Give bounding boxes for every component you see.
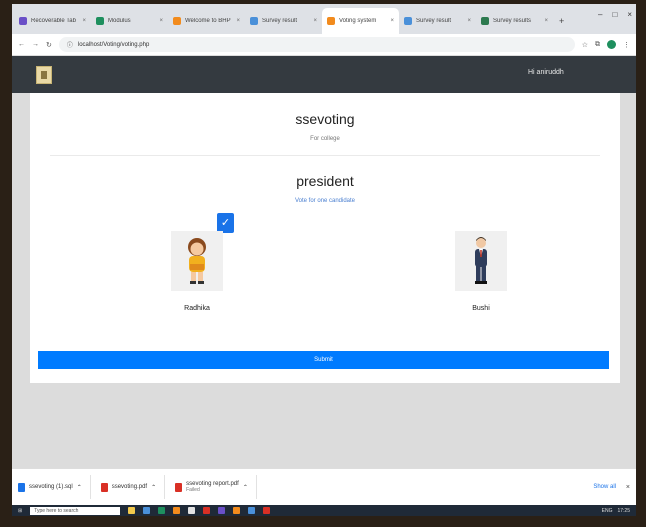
tab-favicon-icon bbox=[327, 17, 335, 25]
divider bbox=[50, 155, 600, 156]
forward-icon[interactable]: → bbox=[32, 41, 39, 48]
tab-close-icon[interactable]: × bbox=[313, 18, 317, 24]
taskbar-app-icon[interactable] bbox=[173, 507, 181, 514]
taskbar-app-icon[interactable] bbox=[143, 507, 151, 514]
tab-label: Survey results bbox=[493, 18, 532, 24]
tab-close-icon[interactable]: × bbox=[544, 18, 548, 24]
maximize-icon[interactable]: □ bbox=[612, 10, 617, 19]
address-bar-row: ← → ↻ ⓘ localhost/Voting/voting.php ☆ ⧉ … bbox=[12, 34, 636, 56]
male-suit-avatar-icon bbox=[475, 237, 487, 284]
taskbar-app-icon[interactable] bbox=[218, 507, 226, 514]
language-indicator[interactable]: ENG bbox=[602, 508, 613, 514]
tab-close-icon[interactable]: × bbox=[82, 18, 86, 24]
user-menu[interactable]: Hi aniruddh bbox=[528, 69, 564, 76]
tab-favicon-icon bbox=[96, 17, 104, 25]
position-subtitle: Vote for one candidate bbox=[294, 198, 356, 204]
tab-close-icon[interactable]: × bbox=[390, 18, 394, 24]
tab-label: Survey result bbox=[262, 18, 298, 24]
taskbar-app-icon[interactable] bbox=[128, 507, 136, 514]
star-icon[interactable]: ☆ bbox=[582, 41, 588, 49]
tab-label: Voting system bbox=[339, 18, 377, 24]
chevron-up-icon[interactable]: ⌃ bbox=[243, 484, 248, 491]
download-label: ssevoting (1).sql bbox=[29, 484, 73, 490]
toolbar-actions: ☆ ⧉ ⋮ bbox=[582, 40, 630, 49]
window-controls: – □ × bbox=[598, 10, 632, 19]
candidate-name-radhika: Radhika bbox=[184, 305, 210, 312]
school-logo-icon[interactable] bbox=[36, 66, 52, 84]
tab-voting-active[interactable]: Voting system × bbox=[322, 8, 399, 34]
file-icon bbox=[18, 482, 25, 492]
download-item[interactable]: ssevoting report.pdf Failed ⌃ bbox=[175, 475, 257, 499]
close-downloads-icon[interactable]: × bbox=[626, 484, 630, 491]
downloads-bar: ssevoting (1).sql ⌃ ssevoting.pdf ⌃ ssev… bbox=[12, 468, 636, 505]
extensions-icon[interactable]: ⧉ bbox=[595, 41, 600, 49]
tab-recoverable[interactable]: Recoverable Tab × bbox=[14, 8, 91, 34]
submit-button[interactable]: Submit bbox=[38, 351, 609, 369]
page-content: ssevoting For college president Vote for… bbox=[12, 93, 636, 468]
new-tab-icon[interactable]: + bbox=[559, 16, 564, 26]
candidate-name-bushi: Bushi bbox=[472, 305, 490, 312]
windows-taskbar: ⊞ Type here to search ENG 17:25 bbox=[12, 505, 636, 516]
download-item[interactable]: ssevoting.pdf ⌃ bbox=[100, 475, 166, 499]
windows-start-icon[interactable]: ⊞ bbox=[18, 508, 22, 514]
clock[interactable]: 17:25 bbox=[617, 508, 630, 514]
ballot-card: ssevoting For college president Vote for… bbox=[30, 93, 620, 383]
tab-strip: Recoverable Tab × Modulus × Welcome to B… bbox=[12, 4, 636, 34]
browser-window: Recoverable Tab × Modulus × Welcome to B… bbox=[12, 4, 636, 516]
tab-close-icon[interactable]: × bbox=[159, 18, 163, 24]
tab-favicon-icon bbox=[173, 17, 181, 25]
download-label: ssevoting.pdf bbox=[111, 484, 148, 490]
tab-welcome[interactable]: Welcome to BHP × bbox=[168, 8, 245, 34]
tab-favicon-icon bbox=[19, 17, 27, 25]
tab-modulus[interactable]: Modulus × bbox=[91, 8, 168, 34]
tab-label: Recoverable Tab bbox=[31, 18, 76, 24]
chevron-up-icon[interactable]: ⌃ bbox=[151, 484, 156, 491]
download-item[interactable]: ssevoting (1).sql ⌃ bbox=[18, 475, 91, 499]
close-window-icon[interactable]: × bbox=[627, 10, 632, 19]
url-field[interactable]: ⓘ localhost/Voting/voting.php bbox=[58, 37, 575, 52]
profile-avatar-icon[interactable] bbox=[607, 40, 616, 49]
pdf-file-icon bbox=[175, 482, 183, 492]
tab-label: Welcome to BHP bbox=[185, 18, 231, 24]
taskbar-search-input[interactable]: Type here to search bbox=[30, 506, 121, 515]
election-subtitle: For college bbox=[310, 136, 340, 142]
position-title: president bbox=[296, 173, 354, 189]
tab-close-icon[interactable]: × bbox=[467, 18, 471, 24]
tab-favicon-icon bbox=[404, 17, 412, 25]
pdf-file-icon bbox=[100, 482, 108, 492]
tab-favicon-icon bbox=[481, 17, 489, 25]
download-status: Failed bbox=[186, 487, 200, 493]
tab-survey-1[interactable]: Survey result × bbox=[245, 8, 322, 34]
taskbar-app-icon[interactable] bbox=[248, 507, 256, 514]
url-text: localhost/Voting/voting.php bbox=[77, 41, 150, 48]
back-icon[interactable]: ← bbox=[18, 41, 25, 48]
taskbar-app-icon[interactable] bbox=[233, 507, 241, 514]
taskbar-app-icon[interactable] bbox=[188, 507, 196, 514]
taskbar-app-icon[interactable] bbox=[158, 507, 166, 514]
female-student-avatar-icon bbox=[188, 238, 206, 284]
tab-close-icon[interactable]: × bbox=[236, 18, 240, 24]
minimize-icon[interactable]: – bbox=[598, 10, 602, 19]
tab-survey-2[interactable]: Survey result × bbox=[399, 8, 476, 34]
tab-survey-3[interactable]: Survey results × bbox=[476, 8, 553, 34]
system-tray: ENG 17:25 bbox=[602, 508, 630, 514]
info-icon[interactable]: ⓘ bbox=[67, 40, 73, 49]
taskbar-app-icon[interactable] bbox=[263, 507, 271, 514]
download-label: ssevoting report.pdf Failed bbox=[186, 481, 239, 493]
election-title: ssevoting bbox=[295, 111, 355, 127]
chevron-up-icon[interactable]: ⌃ bbox=[77, 484, 82, 491]
tab-label: Survey result bbox=[416, 18, 452, 24]
taskbar-app-icon[interactable] bbox=[203, 507, 211, 514]
tab-favicon-icon bbox=[250, 17, 258, 25]
tab-label: Modulus bbox=[108, 18, 131, 24]
site-navbar: Hi aniruddh bbox=[12, 56, 636, 93]
candidate-card-radhika[interactable] bbox=[171, 231, 223, 291]
candidate-checkbox-checked[interactable]: ✓ bbox=[217, 213, 234, 233]
candidate-card-bushi[interactable] bbox=[455, 231, 507, 291]
show-all-downloads-link[interactable]: Show all bbox=[593, 484, 616, 490]
reload-icon[interactable]: ↻ bbox=[46, 41, 52, 49]
menu-icon[interactable]: ⋮ bbox=[623, 41, 630, 49]
